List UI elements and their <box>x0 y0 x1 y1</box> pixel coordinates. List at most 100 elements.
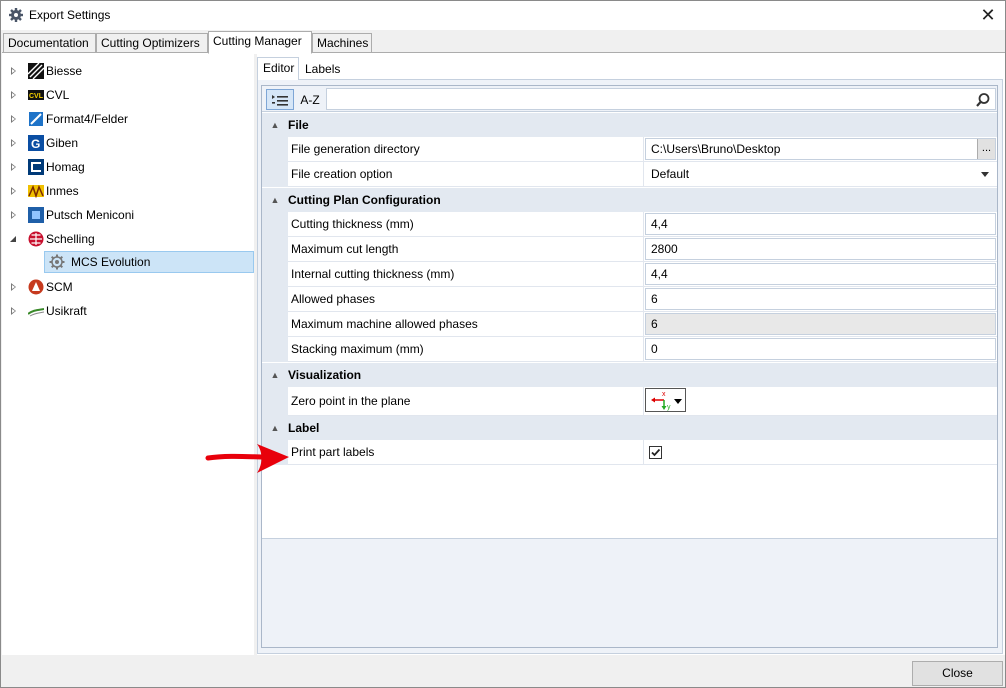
property-label: Stacking maximum (mm) <box>288 337 644 362</box>
tree-item-inmes[interactable]: Inmes <box>8 180 248 202</box>
tree-item-usikraft[interactable]: Usikraft <box>8 300 248 322</box>
categorized-icon <box>272 94 288 106</box>
print-part-labels-checkbox[interactable] <box>649 446 662 459</box>
settings-gear-icon <box>9 8 23 22</box>
cutting-thickness-field[interactable]: 4,4 <box>645 213 996 235</box>
tree-item-format4-felder[interactable]: Format4/Felder <box>8 108 248 130</box>
close-button[interactable]: Close <box>912 661 1003 686</box>
maximum-machine-allowed-phases-field: 6 <box>645 313 996 335</box>
collapse-caret-icon[interactable]: ▲ <box>262 195 288 205</box>
property-label: Maximum cut length <box>288 237 644 262</box>
tab-labels[interactable]: Labels <box>300 59 346 79</box>
usikraft-icon <box>27 303 45 319</box>
property-label: Allowed phases <box>288 287 644 312</box>
zero-point-dropdown[interactable]: x y <box>645 388 686 412</box>
property-label: Maximum machine allowed phases <box>288 312 644 337</box>
categorized-button[interactable] <box>266 89 294 110</box>
category-cutting-plan[interactable]: ▲ Cutting Plan Configuration <box>262 188 997 212</box>
maximum-cut-length-field[interactable]: 2800 <box>645 238 996 260</box>
tree-item-scm[interactable]: SCM <box>8 276 248 298</box>
tab-editor[interactable]: Editor <box>257 57 299 80</box>
editor-panel: A-Z ▲ File File generation directory C:\… <box>257 79 1003 654</box>
stacking-maximum-field[interactable]: 0 <box>645 338 996 360</box>
tab-documentation[interactable]: Documentation <box>3 33 96 53</box>
property-label: Internal cutting thickness (mm) <box>288 262 644 287</box>
settings-area: Editor Labels A-Z ▲ File File generation… <box>257 57 1005 655</box>
tree-item-cvl[interactable]: CVL CVL <box>8 84 248 106</box>
expand-arrow-icon[interactable] <box>8 161 20 173</box>
window-close-button[interactable]: ✕ <box>977 4 999 26</box>
creation-option-dropdown[interactable]: Default <box>645 163 996 185</box>
category-visualization[interactable]: ▲ Visualization <box>262 363 997 387</box>
expanded-arrow-icon[interactable] <box>8 233 20 245</box>
property-row: File generation directory C:\Users\Bruno… <box>262 137 997 162</box>
collapse-caret-icon[interactable]: ▲ <box>262 370 288 380</box>
tree-item-schelling[interactable]: Schelling <box>8 228 248 250</box>
property-description-pane <box>262 538 997 647</box>
export-settings-window: Export Settings ✕ Documentation Cutting … <box>0 0 1006 688</box>
collapse-caret-icon[interactable]: ▲ <box>262 423 288 433</box>
checkmark-icon <box>651 448 661 457</box>
property-grid-toolbar: A-Z <box>262 86 997 112</box>
tree-item-label: Format4/Felder <box>46 112 129 126</box>
property-row: Zero point in the plane x y <box>262 387 997 416</box>
property-row: Maximum machine allowed phases 6 <box>262 312 997 337</box>
format4-icon <box>28 111 44 127</box>
title-bar: Export Settings ✕ <box>1 1 1005 30</box>
property-row: Allowed phases 6 <box>262 287 997 312</box>
tree-item-label: SCM <box>46 280 73 294</box>
property-grid: A-Z ▲ File File generation directory C:\… <box>261 85 998 648</box>
schelling-icon <box>28 231 44 247</box>
expand-arrow-icon[interactable] <box>8 113 20 125</box>
tree-item-label: Inmes <box>46 184 79 198</box>
chevron-down-icon <box>674 399 682 404</box>
svg-text:x: x <box>662 391 666 398</box>
property-row: Internal cutting thickness (mm) 4,4 <box>262 262 997 287</box>
browse-button[interactable]: ... <box>977 139 995 159</box>
category-file[interactable]: ▲ File <box>262 113 997 137</box>
putsch-icon <box>28 207 44 223</box>
allowed-phases-field[interactable]: 6 <box>645 288 996 310</box>
tree-item-label: Putsch Meniconi <box>46 208 135 222</box>
tab-machines[interactable]: Machines <box>312 33 372 53</box>
property-search-box[interactable] <box>326 88 996 110</box>
category-title: Label <box>288 421 320 435</box>
expand-arrow-icon[interactable] <box>8 89 20 101</box>
cutting-manager-panel: Biesse CVL CVL Format4/Felder G Giben Homag Inm… <box>2 52 1005 655</box>
window-title: Export Settings <box>29 8 111 22</box>
property-row: Maximum cut length 2800 <box>262 237 997 262</box>
property-label: File creation option <box>288 162 644 187</box>
svg-text:G: G <box>31 137 40 151</box>
alphabetical-button[interactable]: A-Z <box>296 89 324 110</box>
category-title: File <box>288 118 309 132</box>
collapse-caret-icon[interactable]: ▲ <box>262 120 288 130</box>
property-label: Cutting thickness (mm) <box>288 212 644 237</box>
expand-arrow-icon[interactable] <box>8 305 20 317</box>
tab-cutting-manager[interactable]: Cutting Manager <box>208 31 312 54</box>
red-arrow-icon <box>205 444 289 473</box>
tree-item-biesse[interactable]: Biesse <box>8 60 248 82</box>
tree-item-label: CVL <box>46 88 70 102</box>
category-label[interactable]: ▲ Label <box>262 416 997 440</box>
property-row: File creation option Default <box>262 162 997 187</box>
expand-arrow-icon[interactable] <box>8 137 20 149</box>
expand-arrow-icon[interactable] <box>8 281 20 293</box>
tab-cutting-optimizers[interactable]: Cutting Optimizers <box>96 33 208 53</box>
tree-item-label: Homag <box>46 160 85 174</box>
cvl-icon: CVL <box>28 87 44 103</box>
svg-text:y: y <box>667 404 671 411</box>
expand-arrow-icon[interactable] <box>8 209 20 221</box>
property-label: Zero point in the plane <box>288 387 644 416</box>
internal-cutting-thickness-field[interactable]: 4,4 <box>645 263 996 285</box>
gear-icon <box>49 254 65 270</box>
machine-tree: Biesse CVL CVL Format4/Felder G Giben Homag Inm… <box>2 57 254 655</box>
tree-item-mcs-evolution[interactable]: MCS Evolution <box>44 251 254 273</box>
tree-item-putsch-meniconi[interactable]: Putsch Meniconi <box>8 204 248 226</box>
tree-item-giben[interactable]: G Giben <box>8 132 248 154</box>
generation-directory-field[interactable]: C:\Users\Bruno\Desktop ... <box>645 138 996 160</box>
property-label: Print part labels <box>288 440 644 465</box>
search-icon <box>976 93 990 107</box>
tree-item-homag[interactable]: Homag <box>8 156 248 178</box>
expand-arrow-icon[interactable] <box>8 185 20 197</box>
expand-arrow-icon[interactable] <box>8 65 20 77</box>
